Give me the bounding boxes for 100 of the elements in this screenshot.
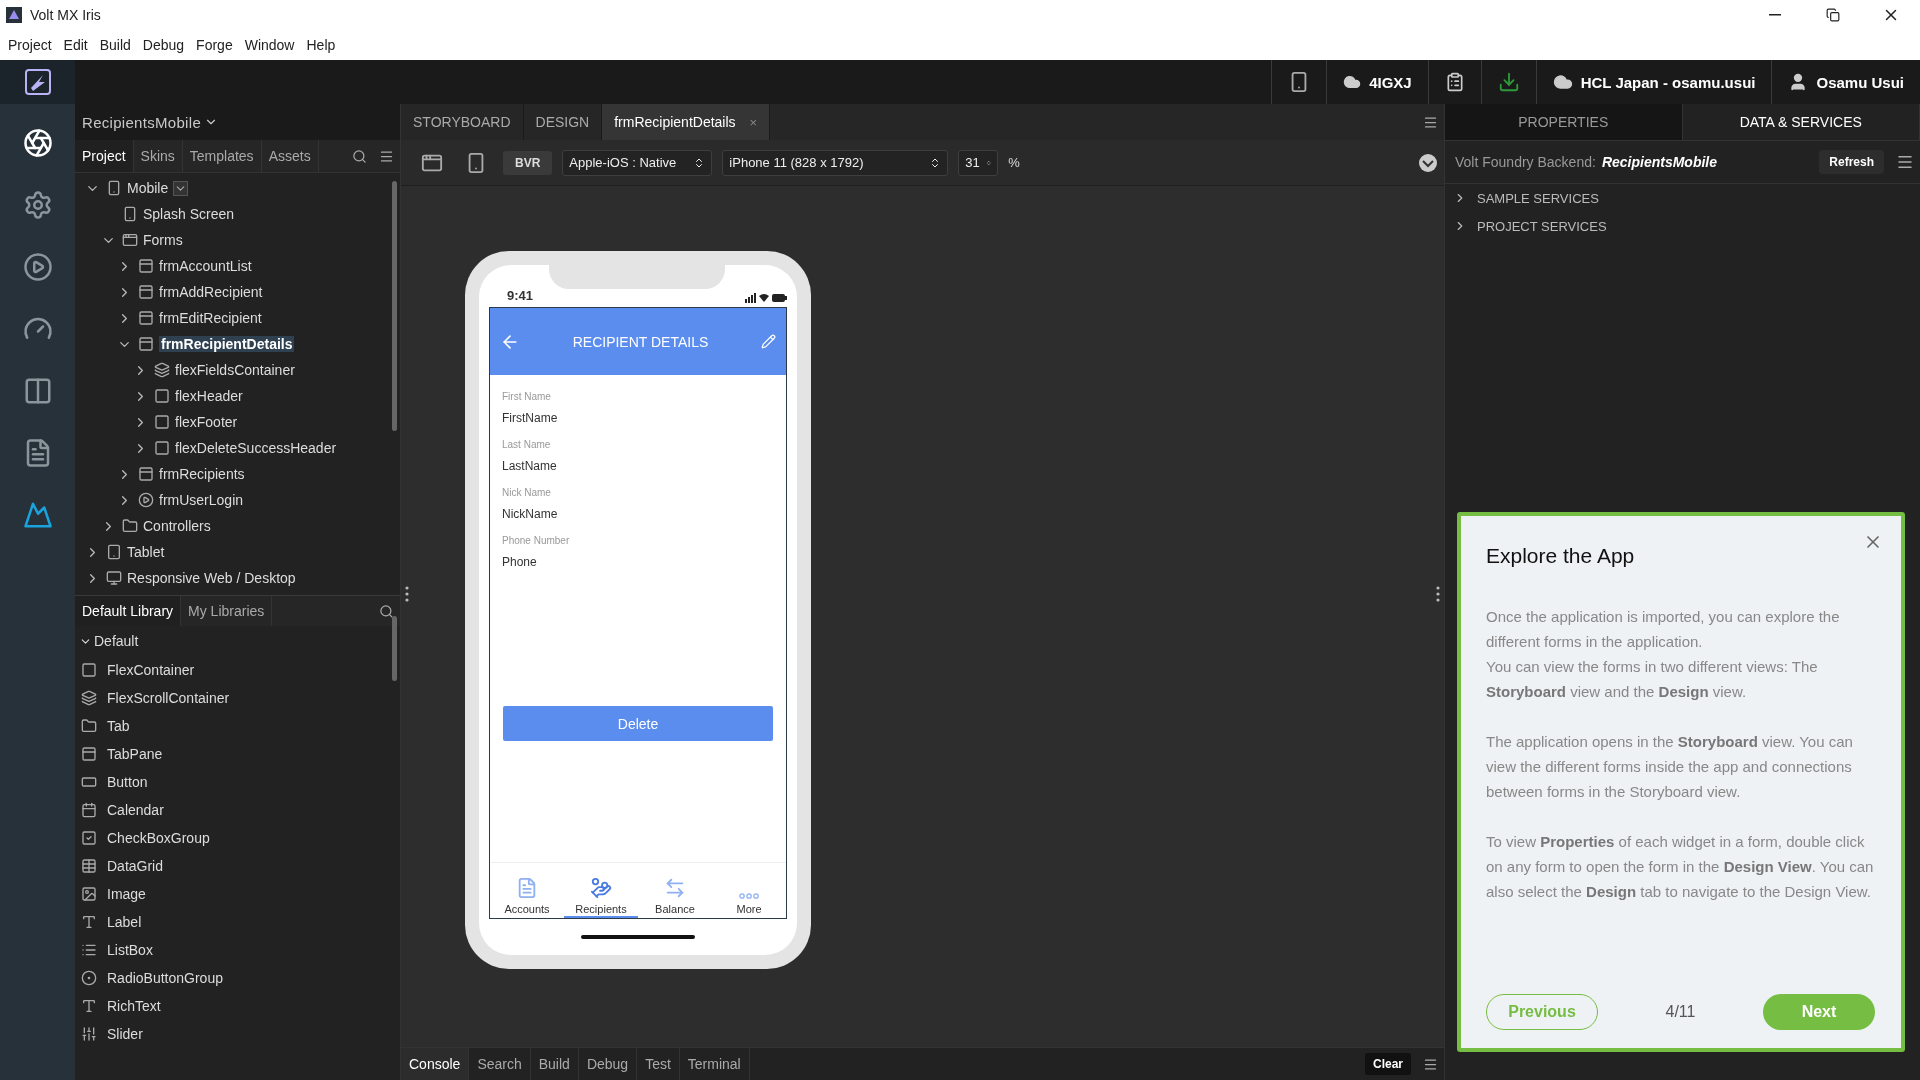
tree-item[interactable]: Responsive Web / Desktop xyxy=(127,570,296,586)
mode-button[interactable]: BVR xyxy=(503,150,553,175)
field-value: FirstName xyxy=(502,411,559,425)
search-icon xyxy=(352,148,367,164)
menu-icon xyxy=(1423,114,1438,130)
cloud-icon xyxy=(1343,73,1362,91)
backend-label: Volt Foundry Backend: xyxy=(1455,154,1596,170)
tree-item[interactable]: flexFieldsContainer xyxy=(175,362,295,378)
tree-item[interactable]: flexDeleteSuccessHeader xyxy=(175,440,337,456)
radio-icon xyxy=(81,970,97,986)
nav-tab[interactable]: Recipients xyxy=(564,863,638,918)
scrollbar[interactable] xyxy=(392,181,397,431)
console-tab[interactable]: Console xyxy=(401,1048,470,1080)
nav-tab[interactable]: Accounts xyxy=(490,863,564,918)
zoom-field[interactable]: 31 xyxy=(958,149,999,176)
panel-tab[interactable]: Templates xyxy=(182,140,262,172)
tour-title: Explore the App xyxy=(1486,544,1636,568)
tree-item[interactable]: Mobile xyxy=(127,180,169,196)
menu-icon xyxy=(1423,1056,1438,1072)
widget-item[interactable]: CheckBoxGroup xyxy=(107,830,210,846)
widget-item[interactable]: FlexContainer xyxy=(107,662,195,678)
widget-item[interactable]: Label xyxy=(107,914,142,930)
folder-icon xyxy=(122,518,138,534)
device-select[interactable]: iPhone 11 (828 x 1792) xyxy=(722,149,949,176)
panel-tab[interactable]: Skins xyxy=(133,140,183,172)
console-tab[interactable]: Build xyxy=(530,1048,579,1080)
clear-button[interactable]: Clear xyxy=(1364,1053,1411,1075)
form-icon xyxy=(138,336,154,352)
nav-tab[interactable]: More xyxy=(712,863,786,918)
panel-tab[interactable]: PROPERTIES xyxy=(1445,104,1683,140)
tab-pane-icon xyxy=(81,746,97,762)
menu-item[interactable]: Forge xyxy=(190,36,239,53)
tablet-icon xyxy=(106,544,122,560)
grip-icon[interactable] xyxy=(1436,586,1440,602)
menu-icon xyxy=(1896,153,1914,171)
checkbox-icon xyxy=(81,830,97,846)
edit-icon[interactable] xyxy=(761,334,776,349)
menu-icon xyxy=(379,148,394,164)
tree-item[interactable]: Controllers xyxy=(143,518,211,534)
platform-select[interactable]: Apple-iOS : Native xyxy=(562,149,713,176)
grip-icon[interactable] xyxy=(405,586,409,602)
library-tab[interactable]: Default Library xyxy=(75,596,182,626)
editor-tab[interactable]: frmRecipientDetails × xyxy=(602,104,771,140)
service-group[interactable]: SAMPLE SERVICES xyxy=(1445,184,1920,212)
zoom-unit: % xyxy=(1008,155,1020,170)
widget-item[interactable]: TabPane xyxy=(107,746,163,762)
widget-item[interactable]: RichText xyxy=(107,998,161,1014)
menu-item[interactable]: Project xyxy=(2,36,58,53)
cloud-icon xyxy=(1552,72,1573,92)
tree-item[interactable]: frmUserLogin xyxy=(159,492,244,508)
field-label: Last Name xyxy=(502,439,552,450)
step-counter: 4/11 xyxy=(1665,1003,1696,1021)
tree-item[interactable]: frmAddRecipient xyxy=(159,284,263,300)
scrollbar[interactable] xyxy=(392,616,397,681)
exchange-icon xyxy=(664,877,686,899)
tree-item[interactable]: Tablet xyxy=(127,544,165,560)
dropdown-icon[interactable] xyxy=(173,180,189,196)
widget-item[interactable]: ListBox xyxy=(107,942,153,958)
panel-tab[interactable]: Assets xyxy=(261,140,319,172)
widget-item[interactable]: Slider xyxy=(107,1026,143,1042)
widget-item[interactable]: Tab xyxy=(107,718,130,734)
menu-item[interactable]: Debug xyxy=(136,36,191,53)
panel-tab[interactable]: Project xyxy=(75,140,134,172)
tree-item[interactable]: frmAccountList xyxy=(159,258,252,274)
screen-title: RECIPIENT DETAILS xyxy=(571,333,710,350)
tree-item[interactable]: frmRecipients xyxy=(159,466,245,482)
status-icons-drawing xyxy=(745,293,787,303)
tree-item[interactable]: Forms xyxy=(143,232,183,248)
square-icon xyxy=(154,414,170,430)
widget-item[interactable]: DataGrid xyxy=(107,858,164,874)
widget-item[interactable]: Calendar xyxy=(107,802,164,818)
widget-item[interactable]: Button xyxy=(107,774,148,790)
library-group[interactable]: Default xyxy=(75,626,143,656)
console-tab[interactable]: Test xyxy=(637,1048,680,1080)
console-tab[interactable]: Search xyxy=(469,1048,531,1080)
image-icon xyxy=(81,886,97,902)
tab-close[interactable]: × xyxy=(749,114,758,130)
text-icon xyxy=(81,998,97,1014)
console-tab[interactable]: Debug xyxy=(578,1048,638,1080)
menu-item[interactable]: Window xyxy=(238,36,301,53)
service-group[interactable]: PROJECT SERVICES xyxy=(1445,212,1920,240)
menu-item[interactable]: Build xyxy=(93,36,137,53)
widget-item[interactable]: FlexScrollContainer xyxy=(107,690,230,706)
tree-item[interactable]: frmEditRecipient xyxy=(159,310,262,326)
nav-tab[interactable]: Balance xyxy=(638,863,712,918)
widget-item[interactable]: Image xyxy=(107,886,146,902)
menu-item[interactable]: Help xyxy=(300,36,342,53)
widget-item[interactable]: RadioButtonGroup xyxy=(107,970,223,986)
tree-item[interactable]: frmRecipientDetails xyxy=(159,336,295,352)
console-tab[interactable]: Terminal xyxy=(679,1048,750,1080)
window-title: Volt MX Iris xyxy=(30,6,102,23)
tree-item[interactable]: flexFooter xyxy=(175,414,238,430)
calendar-icon xyxy=(81,802,97,818)
tree-item[interactable]: Splash Screen xyxy=(143,206,235,222)
refresh-button[interactable]: Refresh xyxy=(1819,150,1884,174)
tree-item[interactable]: flexHeader xyxy=(175,388,243,404)
square-icon xyxy=(154,388,170,404)
library-tab[interactable]: My Libraries xyxy=(181,596,273,626)
play-icon xyxy=(138,492,154,508)
menu-item[interactable]: Edit xyxy=(57,36,94,53)
